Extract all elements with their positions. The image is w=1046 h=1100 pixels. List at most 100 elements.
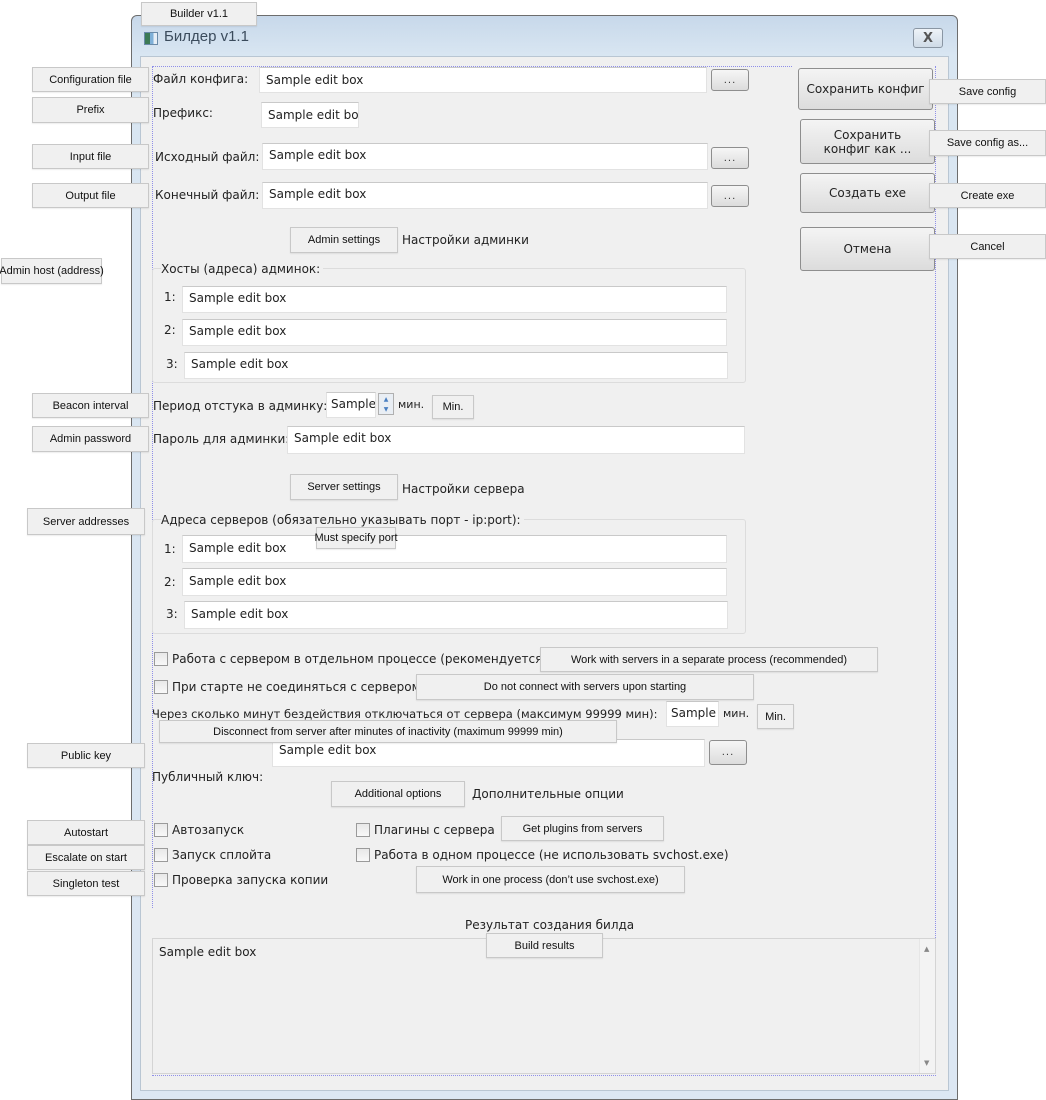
spin-down-icon[interactable]: ▼ [379,404,393,414]
beacon-interval-input[interactable]: Sample [326,392,376,418]
annotation-plugins: Get plugins from servers [501,816,664,841]
annotation-min: Min. [432,395,474,419]
public-key-browse-button[interactable]: ... [709,740,747,765]
annotation-separate-process: Work with servers in a separate process … [540,647,878,672]
one-process-checkbox[interactable] [356,848,370,862]
annotation-public-key: Public key [27,743,145,768]
create-exe-button[interactable]: Создать exe [800,173,935,213]
config-file-input[interactable]: Sample edit box [259,67,707,93]
annotation-admin-password: Admin password [32,426,149,452]
design-frame-bottom [152,1075,936,1076]
config-file-browse-button[interactable]: ... [711,69,749,91]
annotation-admin-settings: Admin settings [290,227,398,253]
autostart-label: Автозапуск [172,823,245,837]
annotation-output-file: Output file [32,183,149,208]
no-connect-checkbox[interactable] [154,680,168,694]
output-file-label: Конечный файл: [155,188,260,202]
prefix-input[interactable]: Sample edit box [261,102,359,128]
inactivity-input[interactable]: Sample [666,701,719,727]
window-title: Билдер v1.1 [164,28,249,45]
scroll-up-icon[interactable]: ▲ [924,945,929,953]
inactivity-label: Через сколько минут бездействия отключат… [152,707,658,721]
spin-up-icon[interactable]: ▲ [379,394,393,404]
separate-process-checkbox[interactable] [154,652,168,666]
save-config-button[interactable]: Сохранить конфиг [798,68,933,110]
one-process-label: Работа в одном процессе (не использовать… [374,848,729,862]
annotation-prefix: Prefix [32,97,149,123]
beacon-interval-spinner[interactable]: ▲ ▼ [378,393,394,415]
annotation-input-file: Input file [32,144,149,169]
save-config-as-button[interactable]: Сохранить конфиг как ... [800,119,935,164]
annotation-one-process: Work in one process (don’t use svchost.e… [416,866,685,893]
admin-password-input[interactable]: Sample edit box [287,426,745,454]
annotation-no-connect: Do not connect with servers upon startin… [416,674,754,700]
admin-settings-heading: Настройки админки [402,233,529,247]
admin-host-number: 3: [166,357,178,371]
input-file-label: Исходный файл: [155,150,260,164]
server-address-number: 3: [166,607,178,621]
escalate-checkbox[interactable] [154,848,168,862]
admin-host-input-3[interactable]: Sample edit box [184,352,728,379]
admin-host-input-1[interactable]: Sample edit box [182,286,727,313]
server-addresses-label: Адреса серверов (обязательно указывать п… [161,513,524,527]
annotation-build-results: Build results [486,933,603,958]
input-file-input[interactable]: Sample edit box [262,143,708,170]
input-file-browse-button[interactable]: ... [711,147,749,169]
annotation-config-file: Configuration file [32,67,149,92]
autostart-checkbox[interactable] [154,823,168,837]
annotation-create-exe: Create exe [929,183,1046,208]
public-key-input[interactable]: Sample edit box [272,739,705,767]
beacon-interval-unit: мин. [398,398,425,411]
server-address-number: 2: [164,575,176,589]
public-key-label: Публичный ключ: [152,770,264,784]
server-settings-heading: Настройки сервера [402,482,525,496]
vertical-scrollbar[interactable]: ▲ ▼ [919,939,935,1073]
server-address-input-2[interactable]: Sample edit box [182,568,727,596]
annotation-server-addresses: Server addresses [27,508,145,535]
app-icon [144,32,158,45]
beacon-interval-label: Период отстука в админку: [153,399,328,413]
output-file-input[interactable]: Sample edit box [262,182,708,209]
prefix-label: Префикс: [153,106,213,120]
server-address-input-3[interactable]: Sample edit box [184,601,728,629]
annotation-must-specify-port: Must specify port [314,527,398,549]
admin-host-number: 1: [164,290,176,304]
annotation-cancel: Cancel [929,234,1046,259]
annotation-disconnect-after: Disconnect from server after minutes of … [159,720,617,743]
annotation-singleton: Singleton test [27,871,145,896]
build-result-text: Sample edit box [159,945,257,959]
additional-options-heading: Дополнительные опции [472,787,624,801]
server-address-number: 1: [164,542,176,556]
scroll-down-icon[interactable]: ▼ [924,1059,929,1067]
plugins-checkbox[interactable] [356,823,370,837]
admin-host-number: 2: [164,323,176,337]
cancel-button[interactable]: Отмена [800,227,935,271]
config-file-label: Файл конфига: [153,72,249,86]
separate-process-label: Работа с сервером в отдельном процессе (… [172,652,548,666]
annotation-save-config-as: Save config as... [929,130,1046,156]
annotation-autostart: Autostart [27,820,145,845]
no-connect-label: При старте не соединяться с сервером [172,680,421,694]
annotation-admin-hosts: Admin host (address) [0,258,104,284]
admin-host-input-2[interactable]: Sample edit box [182,319,727,346]
annotation-additional-options: Additional options [331,781,465,807]
escalate-label: Запуск сплойта [172,848,272,862]
singleton-checkbox[interactable] [154,873,168,887]
annotation-save-config: Save config [929,79,1046,104]
server-address-input-1[interactable]: Sample edit box [182,535,727,563]
singleton-label: Проверка запуска копии [172,873,329,887]
annotation-title: Builder v1.1 [141,2,257,26]
annotation-beacon-interval: Beacon interval [32,393,149,418]
close-button[interactable]: X [913,28,943,48]
annotation-server-settings: Server settings [290,474,398,500]
build-result-textarea[interactable]: Sample edit box ▲ ▼ [152,938,936,1074]
inactivity-unit: мин. [723,707,750,720]
design-frame-right [935,66,936,1076]
admin-hosts-label: Хосты (адреса) админок: [161,262,324,276]
annotation-escalate: Escalate on start [27,845,145,870]
annotation-inactivity-min: Min. [757,704,794,729]
build-result-label: Результат создания билда [465,918,635,932]
output-file-browse-button[interactable]: ... [711,185,749,207]
admin-password-label: Пароль для админки: [153,432,290,446]
plugins-label: Плагины с сервера [374,823,495,837]
